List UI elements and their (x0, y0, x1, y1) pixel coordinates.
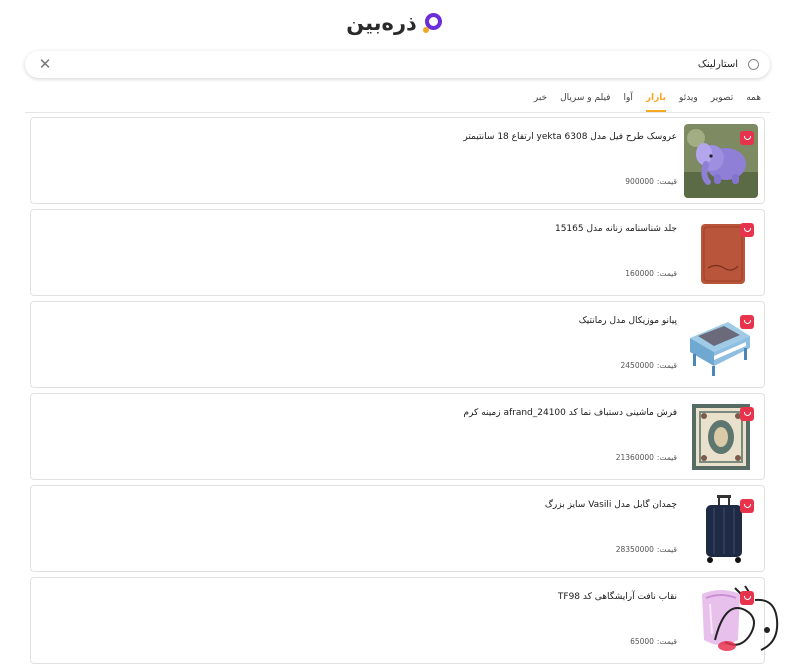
list-item[interactable]: چمدان گابل مدل Vasili سایز بزرگ قیمت:283… (30, 485, 765, 572)
product-title[interactable]: عروسک طرح فیل مدل yekta 6308 ارتفاع 18 س… (463, 132, 677, 142)
digikala-badge-icon (740, 591, 754, 605)
price-value: 2450000 (620, 361, 654, 370)
logo[interactable]: ذره‌بین (346, 11, 445, 35)
list-item[interactable]: عروسک طرح فیل مدل yekta 6308 ارتفاع 18 س… (30, 117, 765, 204)
list-item[interactable]: جلد شناسنامه زنانه مدل 15165 قیمت:160000 (30, 209, 765, 296)
price-label: قیمت: (656, 453, 677, 462)
price-value: 21360000 (615, 453, 654, 462)
product-title[interactable]: نقاب نافت آرایشگاهی کد TF98 (558, 592, 677, 602)
tab-audio[interactable]: آوا (623, 86, 632, 112)
price-value: 65000 (630, 637, 654, 646)
list-item[interactable]: نقاب نافت آرایشگاهی کد TF98 قیمت:65000 (30, 577, 765, 664)
product-price: قیمت:65000 (630, 637, 677, 646)
tab-images[interactable]: تصویر (711, 86, 733, 112)
logo-text: ذره‌بین (346, 11, 417, 35)
search-icon[interactable] (748, 59, 759, 70)
product-price: قیمت:160000 (625, 269, 677, 278)
digikala-badge-icon (740, 223, 754, 237)
price-label: قیمت: (656, 361, 677, 370)
price-label: قیمت: (656, 637, 677, 646)
header: ذره‌بین (0, 0, 791, 46)
digikala-badge-icon (740, 499, 754, 513)
product-price: قیمت:28350000 (616, 545, 677, 554)
list-item[interactable]: پیانو موزیکال مدل رمانتیک قیمت:2450000 (30, 301, 765, 388)
close-icon[interactable]: ✕ (37, 56, 53, 72)
search-results-page: ذره‌بین ✕ همه تصویر ویدئو بازار آوا فیلم… (0, 0, 791, 671)
price-label: قیمت: (656, 545, 677, 554)
tab-videos[interactable]: ویدئو (679, 86, 698, 112)
price-value: 160000 (625, 269, 654, 278)
product-price: قیمت:900000 (625, 177, 677, 186)
price-value: 900000 (625, 177, 654, 186)
tab-market[interactable]: بازار (645, 86, 667, 112)
digikala-badge-icon (740, 315, 754, 329)
list-item[interactable]: فرش ماشینی دستباف نما کد afrand_24100 زم… (30, 393, 765, 480)
price-value: 28350000 (615, 545, 654, 554)
tab-news[interactable]: خبر (534, 86, 547, 112)
price-label: قیمت: (656, 269, 677, 278)
search-bar: ✕ (25, 51, 770, 78)
tab-all[interactable]: همه (746, 86, 761, 112)
digikala-badge-icon (740, 131, 754, 145)
product-title[interactable]: چمدان گابل مدل Vasili سایز بزرگ (545, 500, 677, 510)
price-label: قیمت: (656, 177, 677, 186)
digikala-badge-icon (740, 407, 754, 421)
product-title[interactable]: پیانو موزیکال مدل رمانتیک (579, 316, 677, 326)
results-list: عروسک طرح فیل مدل yekta 6308 ارتفاع 18 س… (30, 117, 765, 669)
tab-movies-series[interactable]: فیلم و سریال (560, 86, 610, 112)
logo-icon (422, 12, 445, 34)
product-title[interactable]: جلد شناسنامه زنانه مدل 15165 (555, 224, 677, 234)
product-price: قیمت:21360000 (616, 453, 677, 462)
result-tabs: همه تصویر ویدئو بازار آوا فیلم و سریال خ… (534, 86, 761, 112)
search-input[interactable] (118, 54, 738, 75)
tabs-divider (25, 112, 770, 113)
product-price: قیمت:2450000 (621, 361, 677, 370)
product-title[interactable]: فرش ماشینی دستباف نما کد afrand_24100 زم… (463, 408, 677, 418)
